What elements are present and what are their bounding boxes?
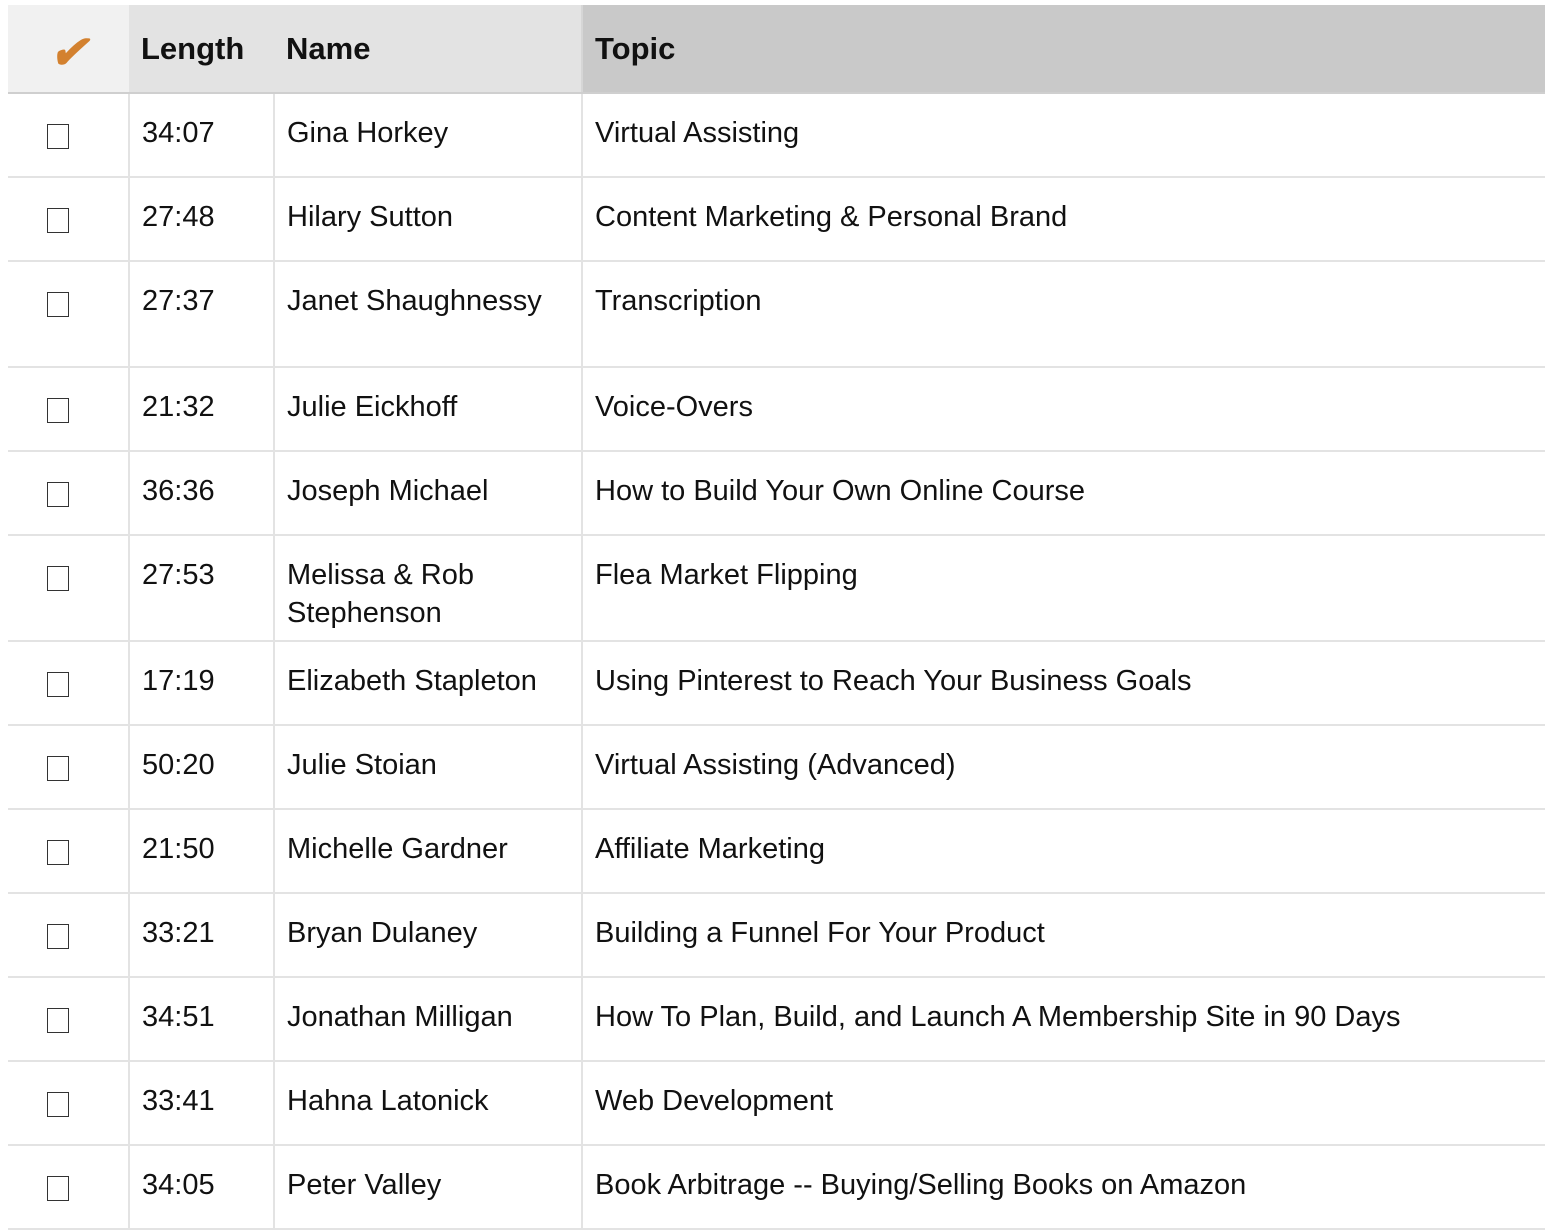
- row-checkbox[interactable]: [47, 756, 69, 781]
- row-check-cell: [8, 1061, 129, 1146]
- row-checkbox[interactable]: [47, 482, 69, 507]
- row-checkbox[interactable]: [47, 672, 69, 697]
- row-length: 36:36: [128, 451, 274, 536]
- table-row: 33:41 Hahna Latonick Web Development: [8, 1061, 1545, 1146]
- table-row: 36:36 Joseph Michael How to Build Your O…: [8, 451, 1545, 536]
- row-name: Julie Eickhoff: [273, 367, 582, 452]
- row-length: 34:05: [128, 1145, 274, 1230]
- header-length[interactable]: Length: [129, 5, 274, 94]
- table-row: 50:20 Julie Stoian Virtual Assisting (Ad…: [8, 725, 1545, 810]
- row-name: Joseph Michael: [273, 451, 582, 536]
- row-checkbox[interactable]: [47, 1176, 69, 1201]
- row-name: Michelle Gardner: [273, 809, 582, 894]
- row-check-cell: [8, 535, 129, 642]
- row-check-cell: [8, 977, 129, 1062]
- table-row: 27:37 Janet Shaughnessy Transcription: [8, 261, 1545, 368]
- row-checkbox[interactable]: [47, 208, 69, 233]
- row-check-cell: [8, 893, 129, 978]
- row-topic: Using Pinterest to Reach Your Business G…: [581, 641, 1545, 726]
- table-header: ✔ Length Name Topic: [8, 5, 1545, 94]
- row-checkbox[interactable]: [47, 1008, 69, 1033]
- row-checkbox[interactable]: [47, 292, 69, 317]
- row-length: 33:21: [128, 893, 274, 978]
- row-check-cell: [8, 93, 129, 178]
- row-topic: Content Marketing & Personal Brand: [581, 177, 1545, 262]
- row-topic: Voice-Overs: [581, 367, 1545, 452]
- row-topic: Virtual Assisting: [581, 93, 1545, 178]
- row-length: 33:41: [128, 1061, 274, 1146]
- session-table: ✔ Length Name Topic 34:07 Gina Horkey Vi…: [8, 5, 1545, 1230]
- row-name: Julie Stoian: [273, 725, 582, 810]
- row-check-cell: [8, 641, 129, 726]
- row-check-cell: [8, 177, 129, 262]
- table-row: 21:50 Michelle Gardner Affiliate Marketi…: [8, 809, 1545, 894]
- header-row: ✔ Length Name Topic: [8, 5, 1545, 94]
- row-topic: Flea Market Flipping: [581, 535, 1545, 642]
- row-checkbox[interactable]: [47, 398, 69, 423]
- row-topic: Virtual Assisting (Advanced): [581, 725, 1545, 810]
- header-topic[interactable]: Topic: [581, 5, 1545, 94]
- row-length: 17:19: [128, 641, 274, 726]
- row-check-cell: [8, 451, 129, 536]
- row-length: 50:20: [128, 725, 274, 810]
- table-row: 17:19 Elizabeth Stapleton Using Pinteres…: [8, 641, 1545, 726]
- session-table-container: ✔ Length Name Topic 34:07 Gina Horkey Vi…: [8, 5, 1545, 1230]
- table-row: 27:48 Hilary Sutton Content Marketing & …: [8, 177, 1545, 262]
- table-body: 34:07 Gina Horkey Virtual Assisting 27:4…: [8, 93, 1545, 1230]
- table-row: 21:32 Julie Eickhoff Voice-Overs: [8, 367, 1545, 452]
- row-length: 34:07: [128, 93, 274, 178]
- row-name: Peter Valley: [273, 1145, 582, 1230]
- row-checkbox[interactable]: [47, 566, 69, 591]
- row-topic: How To Plan, Build, and Launch A Members…: [581, 977, 1545, 1062]
- table-row: 34:07 Gina Horkey Virtual Assisting: [8, 93, 1545, 178]
- row-name: Jonathan Milligan: [273, 977, 582, 1062]
- row-name: Melissa & Rob Stephenson: [273, 535, 582, 642]
- table-row: 34:05 Peter Valley Book Arbitrage -- Buy…: [8, 1145, 1545, 1230]
- header-name[interactable]: Name: [274, 5, 582, 94]
- row-check-cell: [8, 809, 129, 894]
- row-topic: Affiliate Marketing: [581, 809, 1545, 894]
- row-name: Hahna Latonick: [273, 1061, 582, 1146]
- row-name: Janet Shaughnessy: [273, 261, 582, 368]
- row-topic: How to Build Your Own Online Course: [581, 451, 1545, 536]
- row-checkbox[interactable]: [47, 1092, 69, 1117]
- row-checkbox[interactable]: [47, 124, 69, 149]
- header-check-column: ✔: [8, 5, 129, 94]
- row-topic: Transcription: [581, 261, 1545, 368]
- table-row: 33:21 Bryan Dulaney Building a Funnel Fo…: [8, 893, 1545, 978]
- row-checkbox[interactable]: [47, 924, 69, 949]
- row-length: 27:48: [128, 177, 274, 262]
- row-checkbox[interactable]: [47, 840, 69, 865]
- row-length: 21:50: [128, 809, 274, 894]
- table-row: 34:51 Jonathan Milligan How To Plan, Bui…: [8, 977, 1545, 1062]
- row-check-cell: [8, 367, 129, 452]
- row-topic: Book Arbitrage -- Buying/Selling Books o…: [581, 1145, 1545, 1230]
- row-length: 21:32: [128, 367, 274, 452]
- row-length: 27:53: [128, 535, 274, 642]
- checkmark-icon: ✔: [49, 26, 88, 78]
- row-name: Hilary Sutton: [273, 177, 582, 262]
- row-name: Bryan Dulaney: [273, 893, 582, 978]
- row-name: Gina Horkey: [273, 93, 582, 178]
- row-name: Elizabeth Stapleton: [273, 641, 582, 726]
- row-check-cell: [8, 725, 129, 810]
- row-length: 34:51: [128, 977, 274, 1062]
- table-row: 27:53 Melissa & Rob Stephenson Flea Mark…: [8, 535, 1545, 642]
- row-check-cell: [8, 1145, 129, 1230]
- row-length: 27:37: [128, 261, 274, 368]
- row-topic: Web Development: [581, 1061, 1545, 1146]
- row-topic: Building a Funnel For Your Product: [581, 893, 1545, 978]
- row-check-cell: [8, 261, 129, 368]
